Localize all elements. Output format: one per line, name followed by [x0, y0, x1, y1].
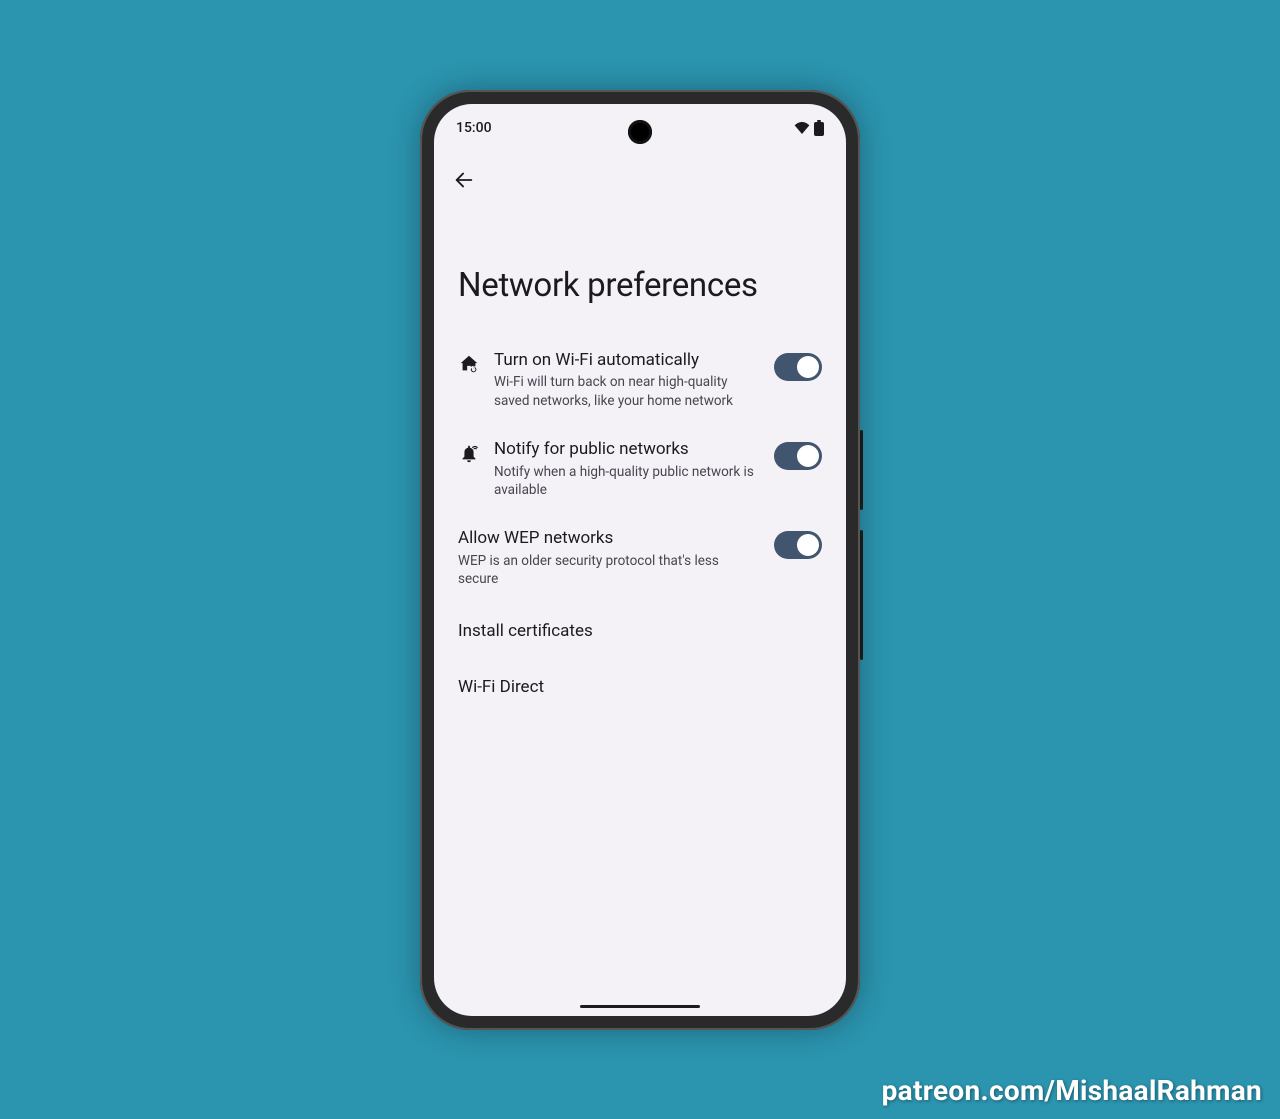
page-title: Network preferences: [434, 200, 846, 335]
screen: 15:00 Network preferences Turn on Wi-Fi …: [434, 104, 846, 1016]
battery-icon: [814, 120, 824, 136]
setting-wifi-direct[interactable]: Wi-Fi Direct: [458, 659, 822, 715]
toggle-notify-public[interactable]: [774, 442, 822, 470]
setting-desc: Wi-Fi will turn back on near high-qualit…: [494, 373, 760, 409]
setting-title: Allow WEP networks: [458, 527, 760, 550]
setting-allow-wep[interactable]: Allow WEP networks WEP is an older secur…: [458, 513, 822, 602]
settings-list: Turn on Wi-Fi automatically Wi-Fi will t…: [434, 335, 846, 715]
setting-title: Notify for public networks: [494, 438, 760, 461]
setting-desc: WEP is an older security protocol that's…: [458, 552, 760, 588]
setting-notify-public[interactable]: Notify for public networks Notify when a…: [458, 424, 822, 513]
setting-title: Install certificates: [458, 621, 822, 641]
watermark-credit: patreon.com/MishaalRahman: [882, 1074, 1262, 1107]
back-button[interactable]: [444, 160, 484, 200]
toggle-allow-wep[interactable]: [774, 531, 822, 559]
setting-title: Wi-Fi Direct: [458, 677, 822, 697]
bell-wifi-icon: [458, 442, 480, 464]
wifi-icon: [794, 122, 810, 134]
setting-text: Allow WEP networks WEP is an older secur…: [458, 527, 760, 588]
setting-install-certificates[interactable]: Install certificates: [458, 603, 822, 659]
status-icons: [794, 120, 824, 136]
app-bar: [434, 144, 846, 200]
arrow-back-icon: [453, 169, 475, 191]
camera-punch-hole: [628, 120, 652, 144]
phone-frame: 15:00 Network preferences Turn on Wi-Fi …: [420, 90, 860, 1030]
setting-auto-wifi[interactable]: Turn on Wi-Fi automatically Wi-Fi will t…: [458, 335, 822, 424]
toggle-auto-wifi[interactable]: [774, 353, 822, 381]
setting-title: Turn on Wi-Fi automatically: [494, 349, 760, 372]
gesture-nav-bar[interactable]: [580, 1005, 700, 1008]
setting-desc: Notify when a high-quality public networ…: [494, 463, 760, 499]
home-refresh-icon: [458, 353, 480, 375]
setting-text: Turn on Wi-Fi automatically Wi-Fi will t…: [494, 349, 760, 410]
status-time: 15:00: [456, 120, 492, 136]
setting-text: Notify for public networks Notify when a…: [494, 438, 760, 499]
